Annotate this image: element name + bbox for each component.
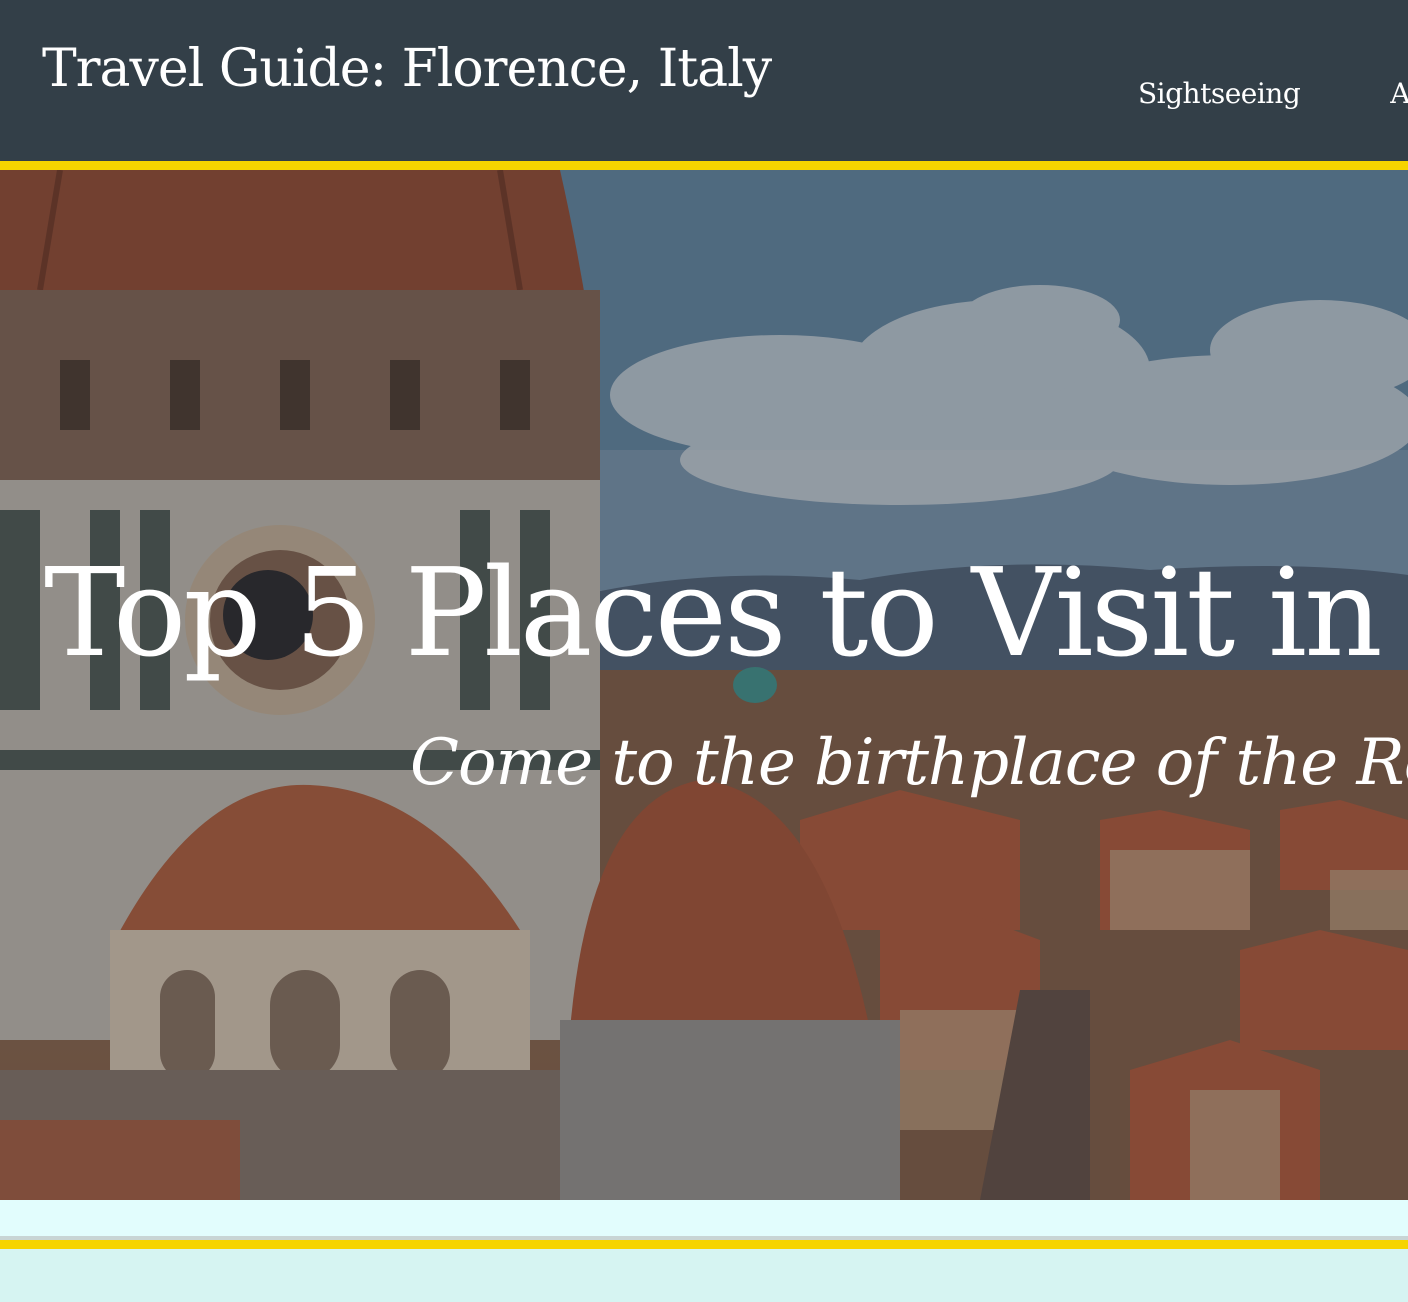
hero-subtitle: Come to the birthplace of the Re	[410, 726, 1408, 800]
content-band	[0, 1200, 1408, 1238]
site-title[interactable]: Travel Guide: Florence, Italy	[42, 34, 772, 104]
hero-banner: Top 5 Places to Visit in Come to the bir…	[0, 170, 1408, 1200]
main-nav: Sightseeing Ar	[1138, 74, 1408, 114]
hero-title: Top 5 Places to Visit in	[44, 542, 1383, 684]
nav-link-sightseeing[interactable]: Sightseeing	[1138, 74, 1301, 114]
section-accent-rule	[0, 1240, 1408, 1249]
nav-link-ar[interactable]: Ar	[1390, 74, 1408, 114]
header-accent-rule	[0, 161, 1408, 170]
page-content-area	[0, 1249, 1408, 1302]
site-header: Travel Guide: Florence, Italy Sightseein…	[0, 0, 1408, 161]
